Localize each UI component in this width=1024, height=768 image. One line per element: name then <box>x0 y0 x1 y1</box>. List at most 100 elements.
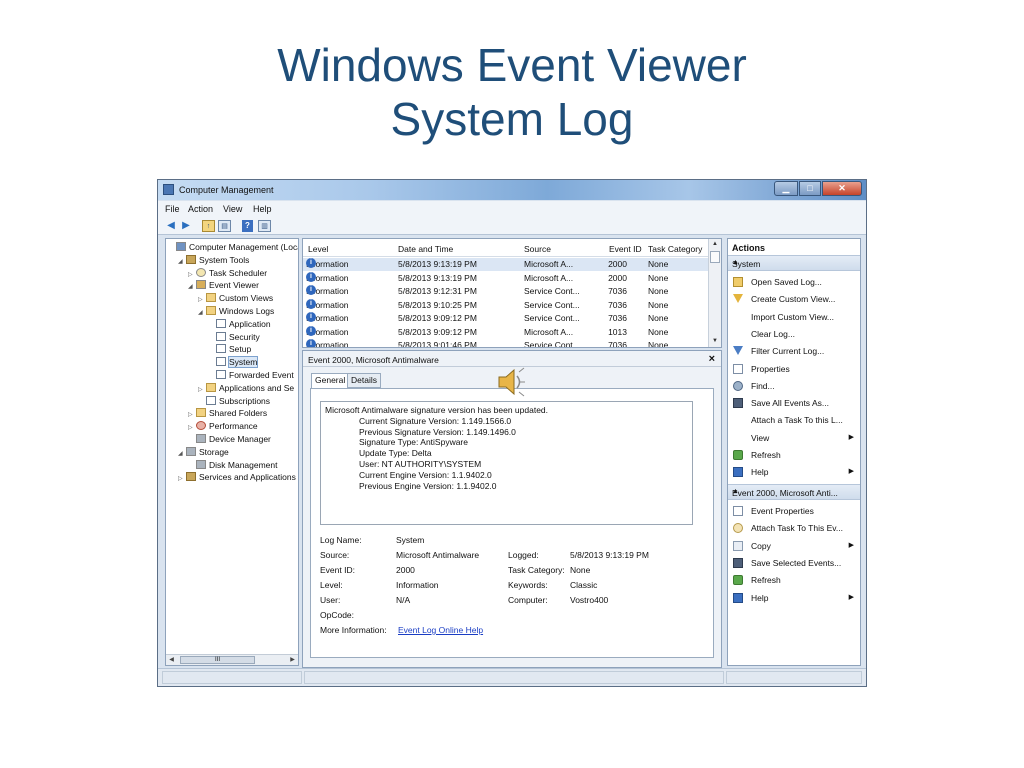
back-arrow-icon[interactable]: ◀ <box>165 220 177 232</box>
event-row[interactable]: i Information 5/8/2013 9:10:25 PM Service C… <box>303 298 709 312</box>
tree-item[interactable]: Forwarded Event <box>208 369 294 381</box>
expander-icon[interactable]: ◢ <box>188 281 196 293</box>
action-item[interactable]: Attach a Task To this L... <box>728 412 860 428</box>
event-row[interactable]: i Information 5/8/2013 9:01:46 PM Service C… <box>303 339 709 347</box>
scroll-thumb[interactable]: III <box>180 656 255 664</box>
column-task-category[interactable]: Task Category <box>648 244 702 254</box>
column-event-id[interactable]: Event ID <box>609 244 642 254</box>
column-date-time[interactable]: Date and Time <box>398 244 453 254</box>
tree-item[interactable]: Device Manager <box>188 433 271 445</box>
action-item[interactable]: Attach Task To This Ev... <box>728 520 860 536</box>
tree-item[interactable]: ▷ Performance <box>188 420 258 432</box>
expander-icon[interactable]: ◢ <box>198 307 206 319</box>
tree-item[interactable]: ◢ Storage <box>178 446 229 458</box>
tree-item[interactable]: ◢ Windows Logs <box>198 305 274 317</box>
event-row[interactable]: i Information 5/8/2013 9:09:12 PM Microsoft… <box>303 325 709 339</box>
action-item[interactable]: Save Selected Events... <box>728 555 860 571</box>
tree-item[interactable]: Setup <box>208 343 251 355</box>
forward-arrow-icon[interactable]: ▶ <box>180 220 192 232</box>
menu-action[interactable]: Action <box>188 204 213 214</box>
collapse-icon[interactable]: ▲ <box>732 259 855 266</box>
tree-horizontal-scrollbar[interactable]: ◀ III ▶ <box>166 654 298 665</box>
tree-item[interactable]: ▷ Task Scheduler <box>188 267 267 279</box>
up-folder-icon[interactable]: ↑ <box>202 220 215 232</box>
action-item[interactable]: Event Properties <box>728 503 860 519</box>
action-item[interactable]: Copy ▶ <box>728 538 860 554</box>
action-item[interactable]: Refresh <box>728 447 860 463</box>
action-item[interactable]: Clear Log... <box>728 326 860 342</box>
tree-item[interactable]: ▷ Services and Applications <box>178 471 296 483</box>
tree-item[interactable]: ◢ System Tools <box>178 254 249 266</box>
action-label: Attach a Task To this L... <box>751 415 843 426</box>
action-item[interactable]: Open Saved Log... <box>728 274 860 290</box>
action-item[interactable]: Filter Current Log... <box>728 343 860 359</box>
tree-item[interactable]: Disk Management <box>188 459 278 471</box>
expander-icon[interactable]: ◢ <box>178 448 186 460</box>
event-description[interactable]: Microsoft Antimalware signature version … <box>320 401 693 525</box>
tree-item[interactable]: Computer Management (Local <box>168 241 298 253</box>
title-bar[interactable]: Computer Management ▁ □ ✕ <box>158 180 866 200</box>
action-item[interactable]: Properties <box>728 361 860 377</box>
action-item[interactable]: Import Custom View... <box>728 309 860 325</box>
log-icon <box>216 331 226 341</box>
action-pane-icon[interactable]: ▥ <box>258 220 271 232</box>
log-name-label: Log Name: <box>320 535 362 545</box>
tree-item[interactable]: ▷ Custom Views <box>198 292 273 304</box>
speaker-icon[interactable] <box>496 366 526 398</box>
tab-general[interactable]: General <box>311 373 350 389</box>
minimize-button[interactable]: ▁ <box>774 181 798 196</box>
tree-item[interactable]: Security <box>208 331 260 343</box>
menu-file[interactable]: File <box>165 204 180 214</box>
action-item[interactable]: View ▶ <box>728 430 860 446</box>
tree-item-label: Performance <box>209 421 258 432</box>
tab-details[interactable]: Details <box>347 373 381 388</box>
actions-section-event[interactable]: Event 2000, Microsoft Anti... ▲ <box>728 484 860 500</box>
scroll-thumb[interactable] <box>710 251 720 263</box>
tree-item[interactable]: Application <box>208 318 271 330</box>
event-row[interactable]: i Information 5/8/2013 9:12:31 PM Service C… <box>303 285 709 298</box>
scroll-left-icon[interactable]: ◀ <box>166 655 177 665</box>
event-list: Level Date and Time Source Event ID Task… <box>302 238 722 348</box>
clock-icon <box>196 267 206 277</box>
action-label: Import Custom View... <box>751 311 834 322</box>
action-item[interactable]: Create Custom View... <box>728 291 860 307</box>
show-hide-tree-icon[interactable]: ▤ <box>218 220 231 232</box>
scroll-up-icon[interactable]: ▲ <box>709 239 721 250</box>
event-source: Microsoft A... <box>524 259 574 269</box>
find-icon <box>733 380 743 391</box>
scroll-down-icon[interactable]: ▼ <box>709 336 721 347</box>
tree-item[interactable]: System <box>208 356 259 369</box>
collapse-icon[interactable]: ▲ <box>732 488 855 495</box>
action-item[interactable]: Help ▶ <box>728 464 860 480</box>
action-item[interactable]: Find... <box>728 378 860 394</box>
action-label: Find... <box>751 380 775 391</box>
action-item[interactable]: Save All Events As... <box>728 395 860 411</box>
tree-item[interactable]: Subscriptions <box>198 395 270 407</box>
event-id: 2000 <box>608 259 627 269</box>
expander-icon[interactable]: ◢ <box>178 256 186 268</box>
column-source[interactable]: Source <box>524 244 551 254</box>
event-row[interactable]: i Information 5/8/2013 9:13:19 PM Microsoft… <box>303 258 709 271</box>
event-row[interactable]: i Information 5/8/2013 9:09:12 PM Service C… <box>303 312 709 325</box>
action-item[interactable]: Refresh <box>728 572 860 588</box>
event-row[interactable]: i Information 5/8/2013 9:13:19 PM Microsoft… <box>303 271 709 285</box>
description-line: Previous Signature Version: 1.149.1496.0 <box>359 426 516 437</box>
tree-item[interactable]: ▷ Shared Folders <box>188 407 267 419</box>
help-icon[interactable]: ? <box>242 220 253 232</box>
action-label: Help <box>751 592 769 603</box>
tree-item[interactable]: ▷ Applications and Se <box>198 382 294 394</box>
close-button[interactable]: ✕ <box>822 181 862 196</box>
expander-icon[interactable]: ▷ <box>178 473 186 485</box>
menu-view[interactable]: View <box>223 204 242 214</box>
tree-item[interactable]: ◢ Event Viewer <box>188 279 259 291</box>
maximize-button[interactable]: □ <box>799 181 821 196</box>
close-detail-icon[interactable]: × <box>709 353 715 365</box>
event-log-online-help-link[interactable]: Event Log Online Help <box>398 625 483 635</box>
actions-section-system[interactable]: System ▲ <box>728 255 860 271</box>
tree-item-label: Shared Folders <box>209 408 268 419</box>
menu-help[interactable]: Help <box>253 204 272 214</box>
event-list-scrollbar[interactable]: ▲ ▼ <box>708 239 721 347</box>
action-item[interactable]: Help ▶ <box>728 590 860 606</box>
column-level[interactable]: Level <box>308 244 328 254</box>
scroll-right-icon[interactable]: ▶ <box>287 655 298 665</box>
